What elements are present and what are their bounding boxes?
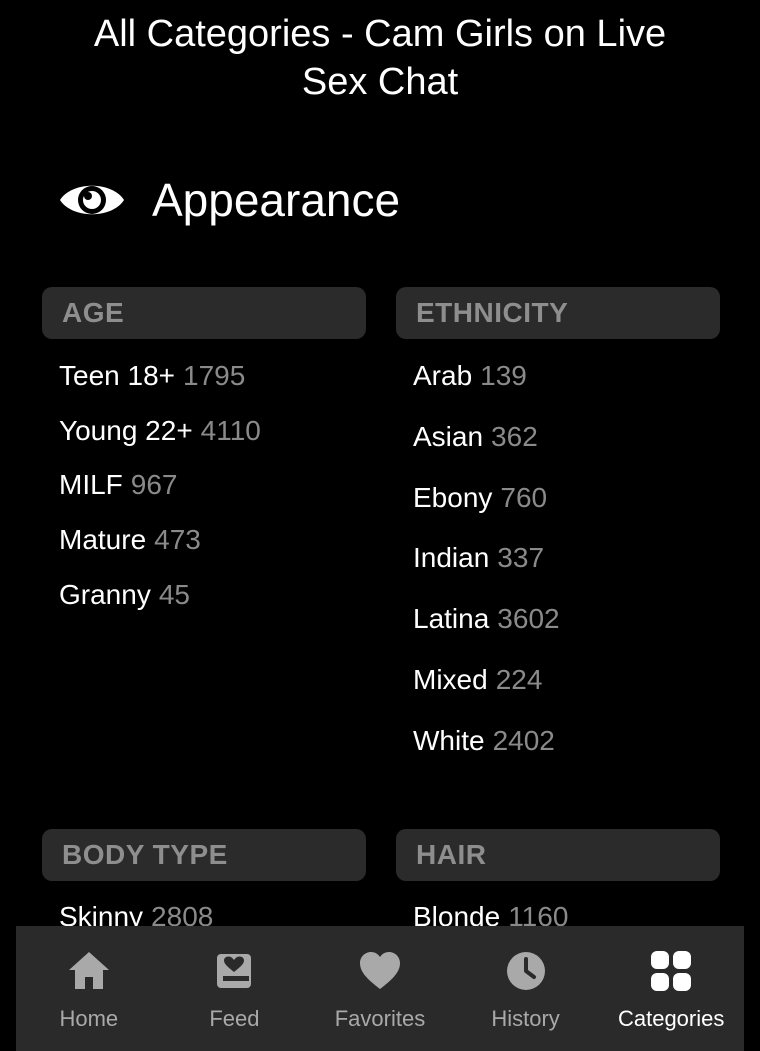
nav-history[interactable]: History <box>453 926 599 1051</box>
item-count: 362 <box>491 421 538 452</box>
item-count: 224 <box>495 664 543 695</box>
category-item-white[interactable]: White 2402 <box>413 725 555 757</box>
category-header-age: AGE <box>42 287 366 339</box>
category-item-milf[interactable]: MILF 967 <box>59 469 178 501</box>
category-item-young[interactable]: Young 22+ 4110 <box>59 415 261 447</box>
feed-icon <box>217 954 252 988</box>
grid-icon <box>651 951 692 991</box>
category-item-latina[interactable]: Latina 3602 <box>413 603 560 635</box>
item-label: Teen 18+ <box>59 360 175 391</box>
category-item-granny[interactable]: Granny 45 <box>59 579 190 611</box>
item-label: Young 22+ <box>59 415 193 446</box>
category-item-ebony[interactable]: Ebony 760 <box>413 482 547 514</box>
item-label: Mixed <box>413 664 488 695</box>
category-item-indian[interactable]: Indian 337 <box>413 542 544 574</box>
item-count: 3602 <box>497 603 560 634</box>
item-label: Mature <box>59 524 147 555</box>
section-header-appearance: Appearance <box>58 168 400 232</box>
item-count: 4110 <box>200 415 261 446</box>
category-header-hair: HAIR <box>396 829 720 881</box>
nav-home[interactable]: Home <box>16 926 162 1051</box>
category-age: AGE Teen 18+ 1795 Young 22+ 4110 MILF 967 M… <box>42 287 366 610</box>
home-icon <box>68 952 109 989</box>
item-label: MILF <box>59 469 123 500</box>
nav-categories[interactable]: Categories <box>598 926 744 1051</box>
category-body-type: BODY TYPE Skinny 2808 <box>42 829 366 932</box>
item-label: Latina <box>413 603 490 634</box>
bottom-nav: Home Feed Favorites History Categories <box>16 926 744 1051</box>
item-label: Arab <box>413 360 473 391</box>
category-item-arab[interactable]: Arab 139 <box>413 360 527 392</box>
item-count: 139 <box>480 360 527 391</box>
nav-label: History <box>491 1006 560 1031</box>
eye-icon <box>60 185 124 215</box>
section-title: Appearance <box>152 174 401 226</box>
category-header-body-type: BODY TYPE <box>42 829 366 881</box>
heart-icon <box>359 952 400 989</box>
category-hair: HAIR Blonde 1160 <box>396 829 720 932</box>
item-label: Ebony <box>413 482 493 513</box>
nav-favorites[interactable]: Favorites <box>307 926 453 1051</box>
nav-feed[interactable]: Feed <box>162 926 308 1051</box>
item-count: 45 <box>158 579 190 610</box>
nav-label: Home <box>59 1006 119 1031</box>
nav-label: Feed <box>209 1006 260 1031</box>
category-item-mature[interactable]: Mature 473 <box>59 524 201 556</box>
item-count: 1795 <box>183 360 246 391</box>
page-title: All Categories - Cam Girls on Live Sex C… <box>93 13 667 103</box>
page: All Categories - Cam Girls on Live Sex C… <box>0 0 760 1051</box>
item-count: 473 <box>154 524 201 555</box>
category-header-ethnicity: ETHNICITY <box>396 287 720 339</box>
category-item-asian[interactable]: Asian 362 <box>413 421 538 453</box>
item-label: Indian <box>413 542 490 573</box>
nav-label: Favorites <box>334 1006 426 1031</box>
nav-label: Categories <box>617 1006 725 1031</box>
item-count: 2402 <box>492 725 555 756</box>
item-count: 760 <box>500 482 548 513</box>
item-label: Granny <box>59 579 151 610</box>
item-label: White <box>413 725 485 756</box>
category-item-teen[interactable]: Teen 18+ 1795 <box>59 360 245 392</box>
clock-icon <box>506 952 545 990</box>
category-item-mixed[interactable]: Mixed 224 <box>413 664 542 696</box>
category-ethnicity: ETHNICITY Arab 139 Asian 362 Ebony 760 Indi… <box>396 287 720 756</box>
item-label: Asian <box>413 421 484 452</box>
item-count: 967 <box>130 469 178 500</box>
item-count: 337 <box>497 542 545 573</box>
